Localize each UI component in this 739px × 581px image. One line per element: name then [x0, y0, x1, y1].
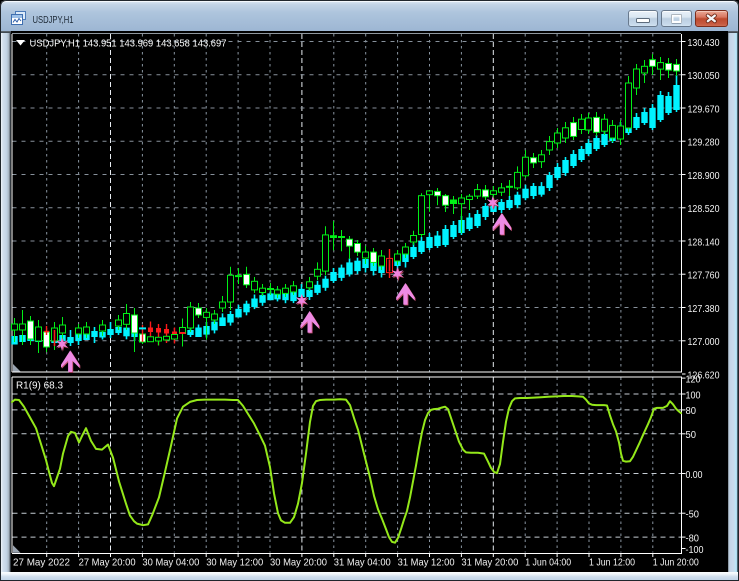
- svg-text:1 Jun 04:00: 1 Jun 04:00: [525, 557, 571, 569]
- svg-text:120: 120: [686, 374, 701, 385]
- svg-text:31 May 20:00: 31 May 20:00: [461, 557, 518, 569]
- svg-text:127.380: 127.380: [688, 304, 720, 315]
- svg-text:130.050: 130.050: [688, 71, 720, 82]
- svg-text:1 Jun 12:00: 1 Jun 12:00: [589, 557, 635, 569]
- svg-text:30 May 20:00: 30 May 20:00: [270, 557, 327, 569]
- svg-text:130.430: 130.430: [688, 38, 720, 49]
- svg-text:80: 80: [686, 406, 697, 417]
- svg-text:27 May 20:00: 27 May 20:00: [79, 557, 136, 569]
- svg-text:-50: -50: [686, 510, 700, 521]
- svg-text:30 May 04:00: 30 May 04:00: [142, 557, 199, 569]
- svg-text:USDJPY,H1: USDJPY,H1: [33, 15, 74, 26]
- svg-text:129.670: 129.670: [688, 104, 720, 115]
- svg-text:128.140: 128.140: [688, 237, 720, 248]
- svg-text:129.280: 129.280: [688, 138, 720, 149]
- svg-text:50: 50: [686, 430, 697, 441]
- svg-text:128.900: 128.900: [688, 171, 720, 182]
- svg-text:31 May 04:00: 31 May 04:00: [334, 557, 391, 569]
- svg-text:R1(9) 68.3: R1(9) 68.3: [16, 380, 63, 391]
- svg-text:127.000: 127.000: [688, 337, 720, 348]
- svg-text:27 May 2022: 27 May 2022: [13, 557, 70, 569]
- svg-text:-100: -100: [686, 545, 704, 556]
- svg-text:1 Jun 20:00: 1 Jun 20:00: [653, 557, 699, 569]
- svg-text:31 May 12:00: 31 May 12:00: [398, 557, 455, 569]
- svg-text:-80: -80: [686, 533, 700, 544]
- svg-text:30 May 12:00: 30 May 12:00: [206, 557, 263, 569]
- svg-text:0.00: 0.00: [686, 470, 703, 481]
- svg-text:127.760: 127.760: [688, 271, 720, 282]
- svg-text:128.520: 128.520: [688, 204, 720, 215]
- svg-text:100: 100: [686, 390, 701, 401]
- svg-text:USDJPY,H1 143.951 143.969 143.: USDJPY,H1 143.951 143.969 143.658 143.69…: [30, 38, 227, 49]
